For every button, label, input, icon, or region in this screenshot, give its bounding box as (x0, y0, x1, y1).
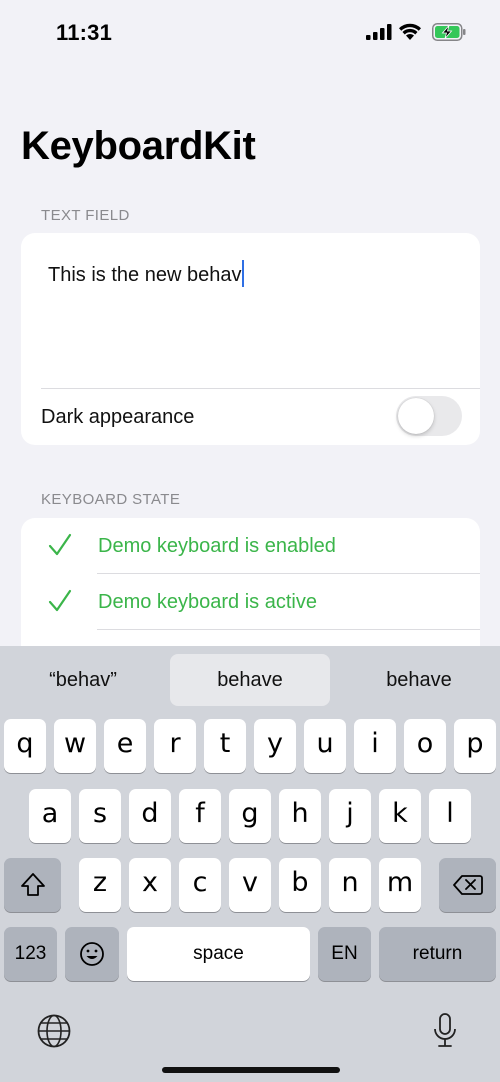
key-p[interactable]: p (454, 719, 496, 773)
key-o[interactable]: o (404, 719, 446, 773)
state-row-active: Demo keyboard is active (21, 574, 480, 630)
text-field-input[interactable]: This is the new behav (48, 260, 245, 287)
key-q[interactable]: q (4, 719, 46, 773)
key-n[interactable]: n (329, 858, 371, 912)
key-g[interactable]: g (229, 789, 271, 843)
checkmark-icon (48, 587, 72, 620)
key-x[interactable]: x (129, 858, 171, 912)
emoji-icon (65, 927, 119, 981)
key-f[interactable]: f (179, 789, 221, 843)
wifi-icon (398, 22, 422, 45)
shift-icon (4, 858, 61, 912)
divider (41, 388, 480, 389)
suggestion-item[interactable]: behave (336, 654, 500, 706)
toggle-knob (398, 398, 434, 434)
key-s[interactable]: s (79, 789, 121, 843)
key-b[interactable]: b (279, 858, 321, 912)
return-key[interactable]: return (379, 927, 496, 981)
language-key[interactable]: EN (318, 927, 371, 981)
state-row-label: Demo keyboard is enabled (98, 535, 336, 557)
key-a[interactable]: a (29, 789, 71, 843)
keyboard-state-section-header: KEYBOARD STATE (41, 491, 181, 508)
key-t[interactable]: t (204, 719, 246, 773)
keyboard: “behav” behave behave q w e r t y u i o … (0, 646, 500, 1082)
dark-appearance-label: Dark appearance (41, 406, 195, 428)
microphone-icon[interactable] (432, 1012, 458, 1055)
suggestion-item-highlighted[interactable]: behave (170, 654, 330, 706)
signal-icon (366, 24, 392, 45)
text-field-value: This is the new behav (48, 264, 242, 286)
key-y[interactable]: y (254, 719, 296, 773)
checkmark-icon (48, 531, 72, 564)
key-v[interactable]: v (229, 858, 271, 912)
key-d[interactable]: d (129, 789, 171, 843)
key-k[interactable]: k (379, 789, 421, 843)
key-l[interactable]: l (429, 789, 471, 843)
state-row-label: Demo keyboard is active (98, 591, 317, 613)
key-i[interactable]: i (354, 719, 396, 773)
space-key[interactable]: space (127, 927, 310, 981)
suggestion-bar: “behav” behave behave (0, 646, 500, 714)
page-title: KeyboardKit (21, 124, 256, 168)
dark-appearance-toggle[interactable] (396, 396, 462, 436)
emoji-key[interactable] (65, 927, 119, 981)
home-indicator (162, 1067, 340, 1073)
key-j[interactable]: j (329, 789, 371, 843)
text-field-card: This is the new behav Dark appearance (21, 233, 480, 445)
numbers-key[interactable]: 123 (4, 927, 57, 981)
delete-icon (439, 858, 496, 912)
suggestion-item[interactable]: “behav” (0, 654, 166, 706)
state-row-enabled: Demo keyboard is enabled (21, 518, 480, 574)
text-caret (242, 260, 245, 287)
key-z[interactable]: z (79, 858, 121, 912)
divider (97, 629, 480, 630)
key-r[interactable]: r (154, 719, 196, 773)
delete-key[interactable] (439, 858, 496, 912)
shift-key[interactable] (4, 858, 61, 912)
key-e[interactable]: e (104, 719, 146, 773)
status-time: 11:31 (56, 20, 113, 45)
status-bar: 11:31 (0, 0, 500, 66)
text-field-section-header: TEXT FIELD (41, 207, 130, 224)
key-u[interactable]: u (304, 719, 346, 773)
key-c[interactable]: c (179, 858, 221, 912)
globe-icon[interactable] (36, 1013, 72, 1054)
key-h[interactable]: h (279, 789, 321, 843)
key-w[interactable]: w (54, 719, 96, 773)
battery-charging-icon (432, 23, 466, 46)
key-m[interactable]: m (379, 858, 421, 912)
